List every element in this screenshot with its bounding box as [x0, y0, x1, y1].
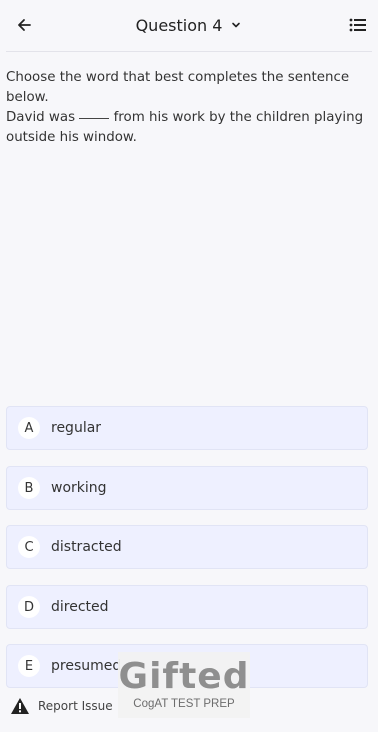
list-icon — [349, 18, 366, 32]
arrow-left-icon — [18, 19, 31, 31]
question-list-button[interactable] — [348, 15, 368, 35]
option-letter: A — [18, 417, 40, 439]
report-issue-label: Report Issue — [38, 699, 113, 713]
watermark-logo: Gifted CogAT TEST PREP — [118, 652, 250, 718]
option-c[interactable]: C distracted — [6, 525, 368, 569]
page-title: Question 4 — [135, 15, 223, 35]
question-instruction: Choose the word that best completes the … — [6, 70, 350, 105]
option-letter: D — [18, 596, 40, 618]
option-b[interactable]: B working — [6, 466, 368, 510]
option-text: working — [51, 480, 107, 496]
option-letter: B — [18, 477, 40, 499]
warning-icon — [11, 698, 29, 714]
top-bar: Question 4 — [0, 0, 378, 50]
question-sentence: David was from his work by the children … — [6, 108, 376, 148]
option-letter: C — [18, 536, 40, 558]
report-issue-button[interactable]: Report Issue — [10, 697, 113, 715]
option-text: presumed — [51, 658, 122, 674]
watermark-tagline: CogAT TEST PREP — [133, 698, 235, 710]
sentence-before: David was — [6, 110, 76, 125]
question-selector[interactable]: Question 4 — [136, 16, 243, 35]
option-text: directed — [51, 599, 109, 615]
option-letter: E — [18, 655, 40, 677]
sentence-blank — [79, 118, 110, 119]
back-button[interactable] — [14, 15, 34, 35]
option-text: regular — [51, 420, 102, 436]
watermark-name: Gifted — [118, 656, 250, 697]
header-divider — [6, 51, 372, 52]
question-text: Choose the word that best completes the … — [6, 68, 376, 148]
option-d[interactable]: D directed — [6, 585, 368, 629]
chevron-down-icon — [230, 19, 242, 31]
option-a[interactable]: A regular — [6, 406, 368, 450]
option-text: distracted — [51, 539, 122, 555]
